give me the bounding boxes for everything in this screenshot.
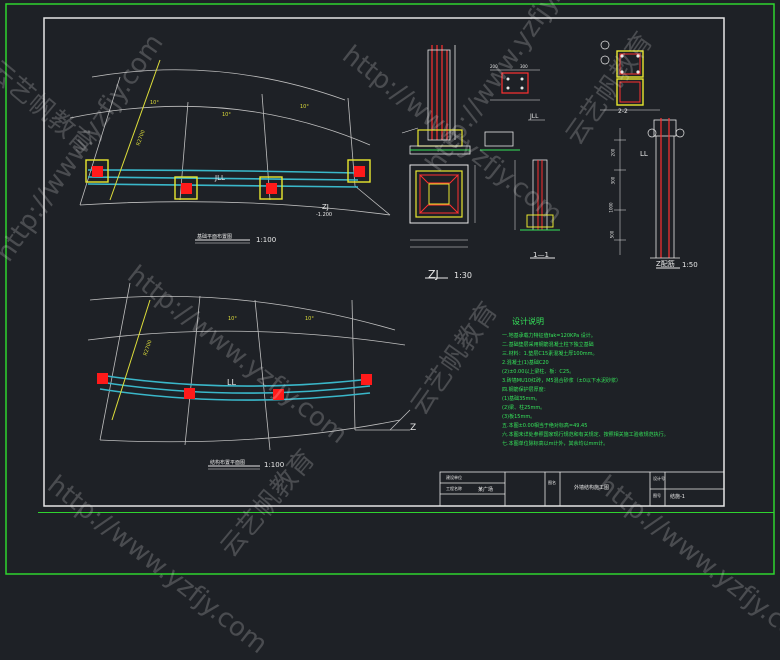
z-detail-label: Z配筋 xyxy=(656,260,675,268)
column-sections xyxy=(600,40,660,111)
tb-sheet-no: 结施-1 xyxy=(670,494,685,500)
note-line: 一.地基承载力特征值fak=120KPa 设计。 xyxy=(502,333,596,339)
radius-dimension xyxy=(109,59,161,201)
tb-drawing-name: 外墙结构施工图 xyxy=(574,485,610,491)
tb-design-no-label: 设计号 xyxy=(653,476,665,481)
note-line: 六.本图未详处参照国家现行规范和有关规定、按照相关施工验收规范执行。 xyxy=(502,432,669,438)
foundation-plan-title: 基础平面布置图 xyxy=(197,234,233,240)
ll-beam-label: LL xyxy=(227,378,236,387)
tb-project-name: 某广场 xyxy=(478,487,494,493)
outer-frame xyxy=(5,3,775,575)
cad-drawing-sheet xyxy=(5,3,775,575)
notes-title: 设计说明 xyxy=(512,317,544,326)
note-line: (3)板15mm。 xyxy=(502,414,536,420)
section-1-1 xyxy=(514,159,560,259)
angle-label-3: 10° xyxy=(300,104,309,110)
zj-detail-scale: 1:30 xyxy=(454,271,472,280)
note-line: 五.本图±0.00相当于绝对标高=49.45 xyxy=(502,423,588,429)
dim-4: 500 xyxy=(609,230,615,239)
z-column-detail xyxy=(614,118,685,269)
note-line: 七.本图单位除标高以m计外，其余均以mm计。 xyxy=(502,441,609,447)
structural-plan-title: 结构布置平面图 xyxy=(210,460,246,466)
elevation-label: -1.200 xyxy=(316,212,333,218)
angle-label-1: 10° xyxy=(150,100,159,106)
tb-client-label: 建设单位 xyxy=(446,475,462,480)
tb-project-label: 工程名称 xyxy=(446,486,462,491)
green-inner-line xyxy=(38,512,774,513)
section-2-2-label: 2-2 xyxy=(618,108,628,115)
dim-6: 300 xyxy=(520,64,528,69)
z-detail-scale: 1:50 xyxy=(682,261,698,269)
dim-5: 200 xyxy=(490,64,498,69)
ll-section-label: LL xyxy=(640,150,648,158)
jll-beam-label: JLL xyxy=(215,174,225,182)
dim-1: 200 xyxy=(610,148,616,157)
note-line: (2)±0.00以上梁柱、板：C25。 xyxy=(502,369,575,375)
zj-footing-detail xyxy=(401,45,476,279)
zj-label: ZJ xyxy=(322,203,329,211)
note-line: 3.砖墙MU10红砖，M5混合砂浆（±0以下水泥砂浆） xyxy=(502,378,621,384)
note-line: 二.基础垫层采用钢筋混凝土柱下独立基础 xyxy=(502,342,594,348)
angle-label-b1: 10° xyxy=(228,316,237,322)
tb-drawing-label: 图名 xyxy=(548,480,556,485)
structural-plan-scale: 1:100 xyxy=(264,461,285,469)
jll-section-label: JLL xyxy=(530,113,539,120)
z-axis-label: Z xyxy=(410,423,417,433)
design-notes: 设计说明 一.地基承载力特征值fak=120KPa 设计。 二.基础垫层采用钢筋… xyxy=(502,316,722,449)
tb-sheet-no-label: 图号 xyxy=(653,493,661,498)
note-line: (2)梁、柱25mm。 xyxy=(502,405,546,411)
section-1-1-label: 1—1 xyxy=(533,251,549,259)
notes-list: 一.地基承载力特征值fak=120KPa 设计。 二.基础垫层采用钢筋混凝土柱下… xyxy=(502,332,722,449)
note-line: 四.钢筋保护层厚度： xyxy=(502,387,549,393)
dim-3: 1000 xyxy=(608,202,614,213)
note-line: (1)基础35mm。 xyxy=(502,396,541,402)
angle-label-2: 10° xyxy=(222,112,231,118)
foundation-plan-scale: 1:100 xyxy=(256,236,277,244)
zj-detail-label: ZJ xyxy=(428,268,439,281)
angle-label-b2: 10° xyxy=(305,316,314,322)
jll-beam-section xyxy=(480,69,545,151)
foundation-plan xyxy=(69,59,391,244)
note-line: 三.材料：1.垫层C15素混凝土厚100mm。 xyxy=(502,351,598,357)
structural-plan xyxy=(87,282,411,470)
dim-2: 300 xyxy=(610,176,616,185)
note-line: 2.混凝土(1)基础C20 xyxy=(502,360,549,366)
